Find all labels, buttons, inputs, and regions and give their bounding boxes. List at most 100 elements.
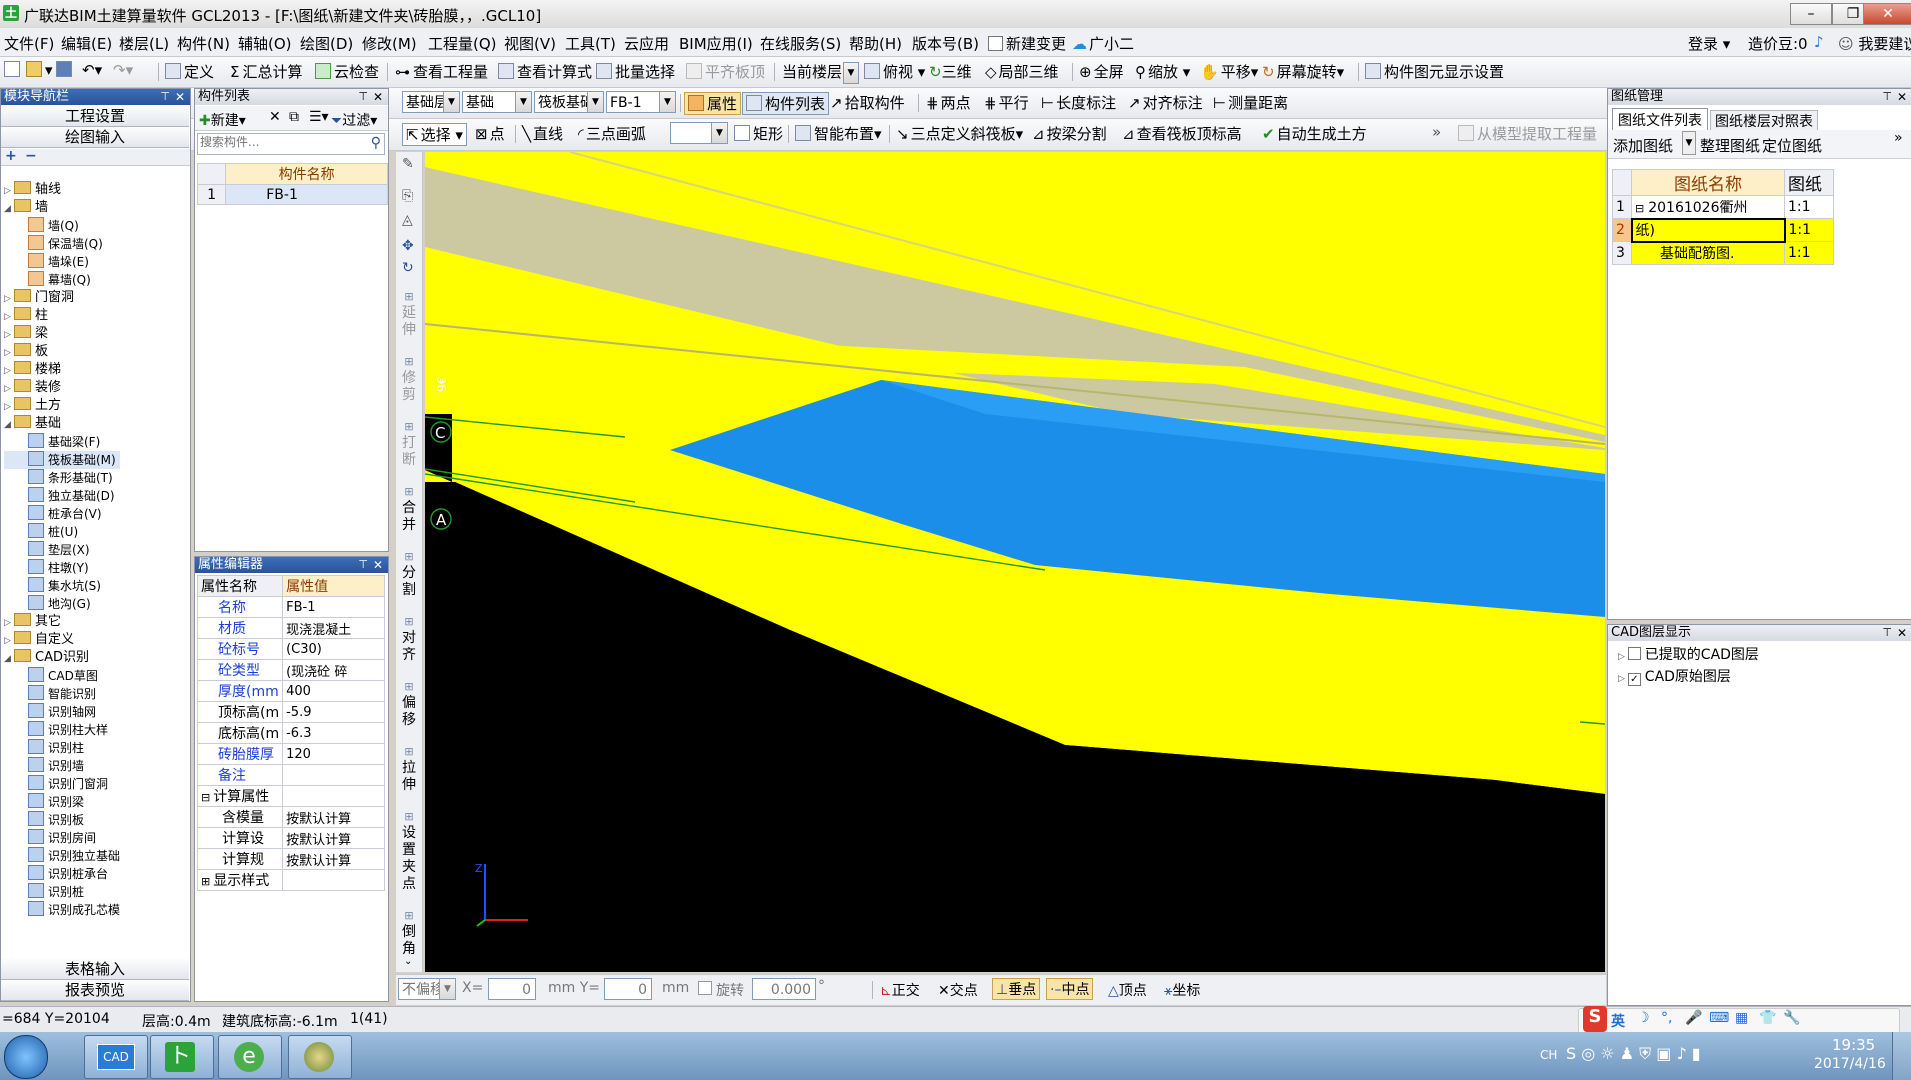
menu-component[interactable]: 构件(N) bbox=[177, 33, 230, 54]
keyboard-icon[interactable]: ⌨ bbox=[1709, 1010, 1729, 1026]
taskbar-glodon[interactable]: ト bbox=[150, 1035, 214, 1079]
component-list-button[interactable]: 构件列表 bbox=[742, 92, 830, 115]
pin-icon[interactable]: ⊤ bbox=[358, 557, 368, 573]
tree-item[interactable]: 识别房间 bbox=[4, 829, 120, 847]
property-button[interactable]: 属性 bbox=[684, 92, 742, 115]
property-row[interactable]: 计算设 按默认计算 bbox=[196, 827, 386, 849]
expand-icon[interactable]: ▷ bbox=[4, 363, 14, 379]
drawing-input-button[interactable]: 绘图输入 bbox=[1, 127, 189, 148]
line-button[interactable]: ╲ 直线 bbox=[522, 123, 563, 144]
menu-file[interactable]: 文件(F) bbox=[4, 33, 54, 54]
vertical-tool-button[interactable]: ⊞ 拉伸 bbox=[398, 743, 420, 794]
tree-item[interactable]: 墙垛(E) bbox=[4, 253, 120, 271]
property-row[interactable]: 砼类型 (现浇砼 碎 bbox=[196, 659, 386, 681]
property-value[interactable]: 按默认计算 bbox=[282, 827, 386, 849]
tray-icons[interactable]: S ◎ ☼ ♟ ⛨ ▣ ♪ ▮ bbox=[1566, 1044, 1701, 1064]
local-3d-button[interactable]: ◇ 局部三维 bbox=[985, 61, 1059, 82]
pick-component-button[interactable]: ↗ 拾取构件 bbox=[830, 92, 905, 113]
suggest-link[interactable]: ☺ 我要建议 bbox=[1838, 33, 1911, 54]
close-icon[interactable]: ✕ bbox=[1897, 89, 1907, 105]
arc-button[interactable]: ◜ 三点画弧 bbox=[578, 123, 646, 144]
component-search-field[interactable]: ⚲ bbox=[197, 133, 385, 155]
expand-icon[interactable]: ▷ bbox=[4, 291, 14, 307]
vertical-tool-button[interactable]: ⊞ 修剪 bbox=[398, 353, 420, 404]
tree-item[interactable]: 独立基础(D) bbox=[4, 487, 120, 505]
tree-folder[interactable]: ▷ 轴线 bbox=[4, 181, 120, 199]
tree-item[interactable]: 识别轴网 bbox=[4, 703, 120, 721]
drawing-row[interactable]: 1 ⊟ 20161026衢州 1:1 bbox=[1612, 195, 1834, 219]
menu-view[interactable]: 视图(V) bbox=[504, 33, 556, 54]
copy-tool-icon[interactable]: ⎘ bbox=[402, 188, 413, 204]
tree-folder[interactable]: ▷ 土方 bbox=[4, 397, 120, 415]
tree-folder[interactable]: ◢ CAD识别 bbox=[4, 649, 120, 667]
property-row[interactable]: 顶标高(m -5.9 bbox=[196, 701, 386, 723]
vertical-tool-button[interactable]: ⊞ 打断 bbox=[398, 418, 420, 469]
tree-folder[interactable]: ▷ 梁 bbox=[4, 325, 120, 343]
expand-icon[interactable]: ◢ bbox=[4, 651, 14, 667]
more-tools-icon[interactable]: » bbox=[1432, 123, 1441, 141]
tree-item[interactable]: 条形基础(T) bbox=[4, 469, 120, 487]
expand-icon[interactable]: ◢ bbox=[4, 417, 14, 433]
vertex-snap[interactable]: △顶点 bbox=[1108, 980, 1147, 1000]
expand-icon[interactable]: ▷ bbox=[4, 399, 14, 415]
tree-item[interactable]: 识别独立基础 bbox=[4, 847, 120, 865]
add-drawing-dropdown[interactable]: ▼ bbox=[1682, 131, 1696, 155]
midpoint-snap[interactable]: ⋅–中点 bbox=[1046, 978, 1094, 1000]
property-value[interactable]: 现浇混凝土 bbox=[282, 617, 386, 639]
menu-new-change[interactable]: 新建变更 bbox=[988, 33, 1066, 54]
subtype-combo[interactable]: 筏板基础 ▼ bbox=[534, 91, 604, 113]
expand-icon[interactable]: ▷ bbox=[4, 615, 14, 631]
tree-item[interactable]: 地沟(G) bbox=[4, 595, 120, 613]
project-settings-button[interactable]: 工程设置 bbox=[1, 106, 189, 127]
close-icon[interactable]: ✕ bbox=[373, 89, 383, 105]
property-value[interactable]: (现浇砼 碎 bbox=[282, 659, 386, 681]
view-formula-button[interactable]: 查看计算式 bbox=[498, 61, 592, 82]
tree-folder[interactable]: ◢ 基础 bbox=[4, 415, 120, 433]
sogou-icon[interactable]: S bbox=[1583, 1006, 1607, 1032]
pin-icon[interactable]: ⊤ bbox=[160, 89, 170, 105]
minimize-button[interactable]: – bbox=[1790, 3, 1832, 25]
search-icon[interactable]: ⚲ bbox=[371, 135, 381, 151]
type-combo[interactable]: 基础 ▼ bbox=[462, 91, 532, 113]
extract-quantity-button[interactable]: 从模型提取工程量 bbox=[1458, 123, 1597, 144]
vertical-tool-button[interactable]: ⊞ 偏移 bbox=[398, 678, 420, 729]
close-icon[interactable]: ✕ bbox=[373, 557, 383, 573]
tab-floor-mapping[interactable]: 图纸楼层对照表 bbox=[1710, 110, 1818, 132]
align-slab-top-button[interactable]: 平齐板顶 bbox=[686, 61, 765, 82]
point-button[interactable]: ⊠ 点 bbox=[475, 123, 505, 144]
screen-rotate-button[interactable]: ↻ 屏幕旋转▾ bbox=[1262, 61, 1344, 82]
close-icon[interactable]: ✕ bbox=[175, 89, 185, 105]
property-value[interactable]: -6.3 bbox=[282, 722, 386, 744]
property-row[interactable]: 含模量 按默认计算 bbox=[196, 806, 386, 828]
summary-calc-button[interactable]: Σ 汇总计算 bbox=[230, 61, 303, 82]
expand-icon[interactable]: ▷ bbox=[4, 309, 14, 325]
zoom-button[interactable]: ⚲ 缩放 ▾ bbox=[1135, 61, 1190, 82]
wrench-icon[interactable]: 🔧 bbox=[1783, 1010, 1800, 1026]
open-file-icon[interactable]: ▾ bbox=[26, 61, 53, 79]
close-button[interactable]: ✕ bbox=[1863, 3, 1911, 25]
tree-item[interactable]: 桩承台(V) bbox=[4, 505, 120, 523]
coordinate-snap[interactable]: ⚹坐标 bbox=[1164, 980, 1200, 1000]
expand-all-icon[interactable]: + bbox=[5, 148, 17, 164]
measure-distance-button[interactable]: ⊢ 测量距离 bbox=[1213, 92, 1288, 113]
property-value[interactable]: -5.9 bbox=[282, 701, 386, 723]
menu-help[interactable]: 帮助(H) bbox=[849, 33, 902, 54]
group-expand-icon[interactable]: ⊟ bbox=[201, 791, 210, 804]
property-row[interactable]: 材质 现浇混凝土 bbox=[196, 617, 386, 639]
component-search-input[interactable] bbox=[198, 134, 362, 150]
tree-item[interactable]: 基础梁(F) bbox=[4, 433, 120, 451]
length-dim-button[interactable]: ⊢ 长度标注 bbox=[1041, 92, 1116, 113]
tree-item[interactable]: 识别成孔芯模 bbox=[4, 901, 120, 919]
tree-item[interactable]: 识别墙 bbox=[4, 757, 120, 775]
vertical-tool-button[interactable]: ⊞ 合并 bbox=[398, 483, 420, 534]
tree-item[interactable]: 集水坑(S) bbox=[4, 577, 120, 595]
table-row[interactable]: 1 FB-1 bbox=[196, 184, 388, 205]
property-value[interactable] bbox=[282, 869, 386, 891]
login-menu[interactable]: 登录 ▾ bbox=[1688, 33, 1730, 54]
delete-icon[interactable]: ✕ bbox=[269, 109, 281, 125]
copy-icon[interactable]: ⧉ bbox=[289, 109, 299, 125]
property-value[interactable]: 120 bbox=[282, 743, 386, 765]
property-row[interactable]: 厚度(mm 400 bbox=[196, 680, 386, 702]
rotate-checkbox[interactable] bbox=[698, 981, 712, 995]
slope-raft-button[interactable]: ↘ 三点定义斜筏板▾ bbox=[896, 123, 1023, 144]
